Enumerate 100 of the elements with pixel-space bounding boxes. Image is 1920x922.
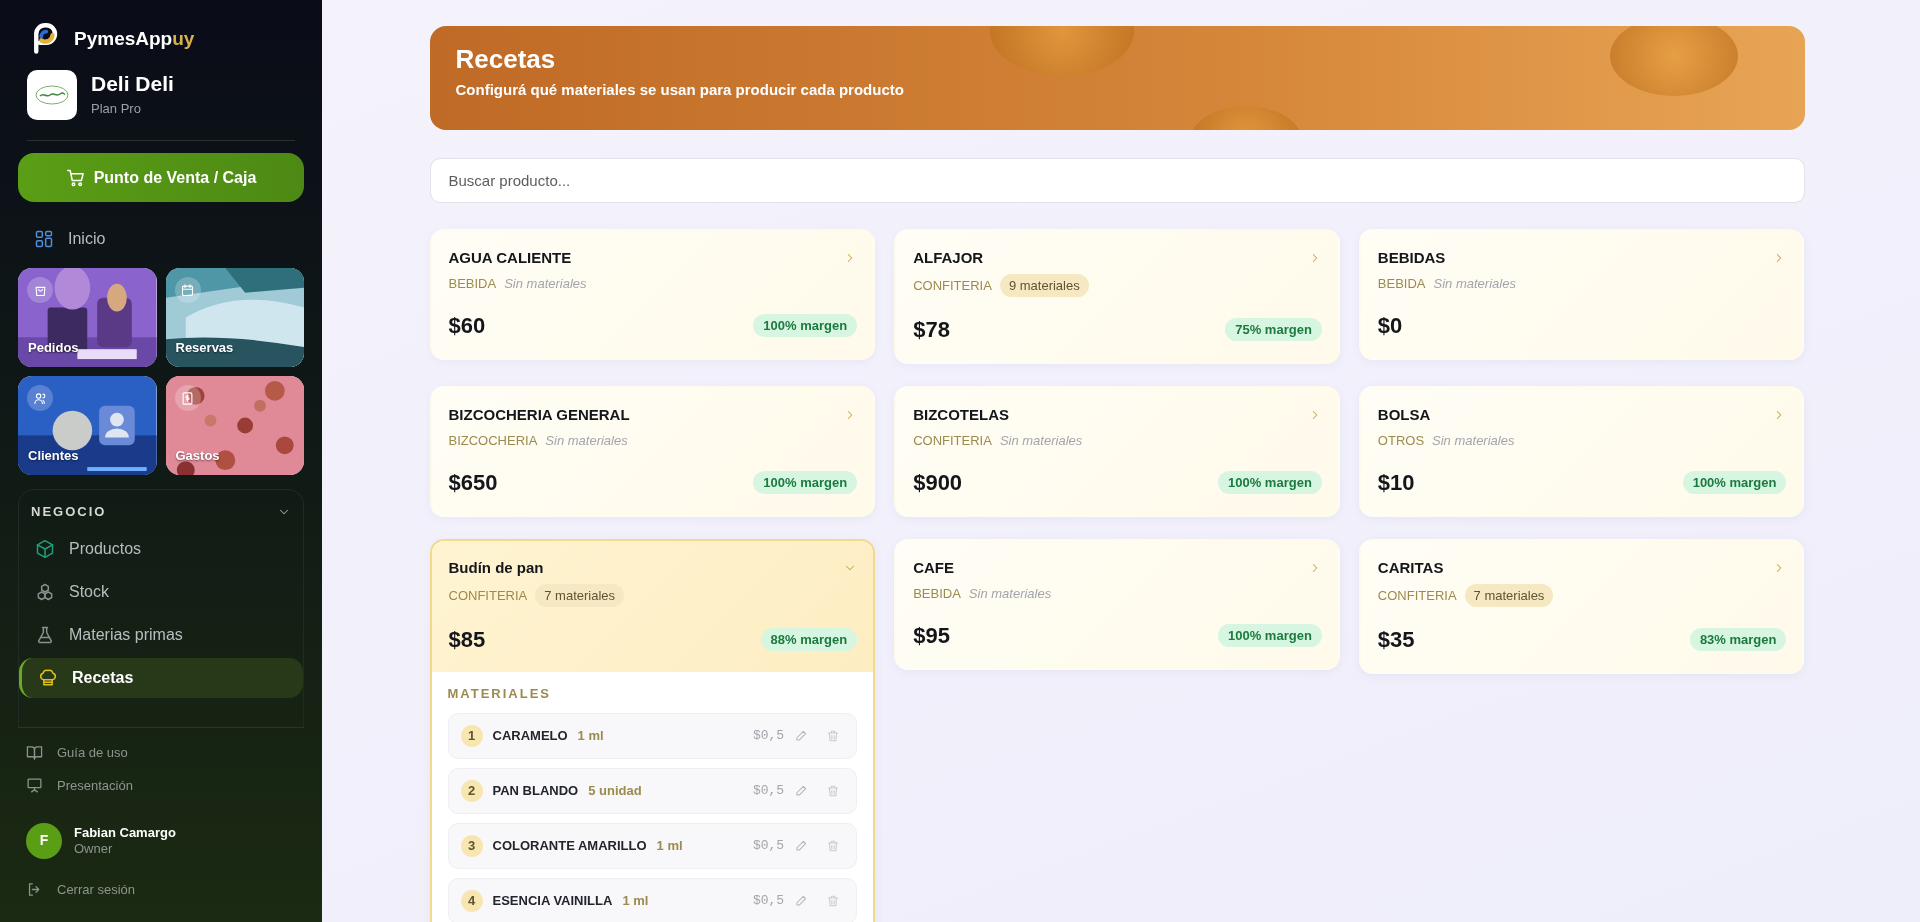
- section-title: MATERIALES: [447, 685, 553, 703]
- nav-link[interactable]: Inicio: [18, 218, 304, 260]
- trash-icon: [826, 783, 841, 798]
- category-label: BEBIDA: [913, 584, 961, 603]
- users-icon: [32, 390, 48, 406]
- materials-note: Sin materiales: [968, 584, 1052, 603]
- price-text: $95: [913, 622, 950, 650]
- delete-button[interactable]: [826, 893, 841, 908]
- pencil-icon: [794, 728, 809, 743]
- footer-link[interactable]: Guía de uso: [18, 735, 304, 769]
- receipt-icon: [180, 390, 195, 406]
- materials-count: 9 materiales: [999, 273, 1089, 297]
- shortcut-tile[interactable]: Pedidos: [18, 268, 157, 367]
- nav-link[interactable]: Materias primas: [19, 614, 303, 655]
- flask-icon: [35, 624, 55, 645]
- category-label: BIZCOCHERIA: [448, 431, 538, 450]
- edit-button[interactable]: [794, 783, 809, 798]
- price-text: $60: [448, 312, 486, 340]
- shortcut-tile[interactable]: Clientes: [18, 376, 157, 475]
- delete-button[interactable]: [826, 783, 841, 798]
- cart-icon: [65, 167, 86, 188]
- materials-note: Sin materiales: [504, 274, 587, 293]
- product-card[interactable]: BOLSA OTROS Sin materiales $10 100% margen: [1358, 386, 1805, 517]
- material-name: COLORANTE AMARILLO: [492, 836, 647, 855]
- edit-button[interactable]: [794, 893, 809, 908]
- price-text: $78: [913, 316, 950, 344]
- materials-note: Sin materiales: [1432, 431, 1515, 450]
- materials-note: Sin materiales: [1433, 274, 1516, 293]
- product-card[interactable]: Budín de pan CONFITERIA 7 materiales $85 88% margen MATERIALES 1 CARAMELO 1 ml $0,5 2 PAN BLANDO 5 unidad $0,5 3 COLORANTE AMARILLO 1 ml $0,5 4 ESENCIA VAINILLA 1 ml $0,5: [429, 539, 876, 922]
- product-card[interactable]: BEBIDAS BEBIDA Sin materiales $0: [1358, 229, 1805, 360]
- product-card[interactable]: CAFE BEBIDA Sin materiales $95 100% margen: [894, 539, 1340, 670]
- quantity-text: 5 unidad: [588, 781, 642, 800]
- pos-button[interactable]: Punto de Venta / Caja: [18, 153, 304, 202]
- number-text: 4: [460, 889, 483, 912]
- grid-icon: [34, 229, 54, 249]
- book-icon: [26, 743, 43, 761]
- cost-text: $0,5: [752, 781, 785, 800]
- number-text: 2: [460, 779, 483, 802]
- number-text: 3: [460, 834, 483, 857]
- price-text: $900: [913, 469, 963, 497]
- brand-name: PymesAppuy: [74, 26, 195, 51]
- materials-note: Sin materiales: [999, 431, 1083, 450]
- quantity-text: 1 ml: [577, 726, 604, 745]
- margin-text: 100% margen: [753, 313, 858, 338]
- category-label: CONFITERIA: [1377, 586, 1457, 605]
- section-toggle[interactable]: NEGOCIO: [19, 498, 303, 526]
- materials-count: 7 materiales: [535, 583, 625, 607]
- blocks-icon: [35, 581, 55, 602]
- edit-button[interactable]: [794, 838, 809, 853]
- price-text: $10: [1377, 469, 1415, 497]
- cost-text: $0,5: [752, 726, 785, 745]
- edit-button[interactable]: [794, 728, 809, 743]
- presentation-icon: [26, 777, 43, 795]
- category-label: CONFITERIA: [448, 586, 528, 605]
- category-label: CONFITERIA: [913, 431, 992, 450]
- category-label: BEBIDA: [1377, 274, 1426, 293]
- cube-icon: [35, 538, 55, 559]
- nav-link[interactable]: Stock: [19, 571, 303, 612]
- business-name: Deli Deli: [91, 71, 174, 95]
- page-title: Recetas: [455, 44, 556, 76]
- delete-button[interactable]: [826, 728, 841, 743]
- user-role: Owner: [74, 840, 114, 857]
- product-card[interactable]: CARITAS CONFITERIA 7 materiales $35 83% margen: [1358, 539, 1805, 674]
- footer-link[interactable]: Presentación: [18, 769, 304, 803]
- search-field[interactable]: Buscar producto...: [429, 158, 1805, 203]
- category-label: CONFITERIA: [913, 276, 992, 295]
- number-text: 1: [460, 724, 483, 747]
- pencil-icon: [794, 893, 809, 908]
- calendar-icon: [180, 282, 195, 298]
- margin-text: 75% margen: [1225, 317, 1322, 342]
- trash-icon: [826, 838, 841, 853]
- page-subtitle: Configurá qué materiales se usan para producir cada producto: [455, 80, 904, 101]
- price-text: $35: [1377, 626, 1415, 654]
- cost-text: $0,5: [752, 891, 785, 910]
- product-card[interactable]: ALFAJOR CONFITERIA 9 materiales $78 75% margen: [894, 229, 1340, 364]
- shortcut-tile[interactable]: Reservas: [165, 268, 304, 367]
- category-label: BEBIDA: [448, 274, 497, 293]
- product-card[interactable]: BIZCOCHERIA GENERAL BIZCOCHERIA Sin materiales $650 100% margen: [429, 386, 876, 517]
- margin-text: 100% margen: [753, 470, 858, 495]
- user-avatar: F: [26, 822, 62, 859]
- trash-icon: [826, 893, 841, 908]
- category-label: OTROS: [1377, 431, 1425, 450]
- product-card[interactable]: AGUA CALIENTE BEBIDA Sin materiales $60 100% margen: [429, 229, 876, 360]
- plan-label: Plan Pro: [91, 99, 142, 118]
- business-logo: [27, 70, 77, 120]
- margin-text: 100% margen: [1218, 623, 1322, 648]
- logout-link[interactable]: Cerrar sesión: [18, 872, 304, 906]
- material-name: CARAMELO: [492, 726, 568, 745]
- delete-button[interactable]: [826, 838, 841, 853]
- product-card[interactable]: BIZCOTELAS CONFITERIA Sin materiales $900 100% margen: [894, 386, 1340, 517]
- quantity-text: 1 ml: [622, 891, 649, 910]
- nav-link[interactable]: Recetas: [19, 657, 303, 698]
- nav-link[interactable]: Productos: [19, 528, 303, 569]
- materials-note: Sin materiales: [545, 431, 628, 450]
- margin-text: 83% margen: [1689, 627, 1787, 652]
- chef-hat-icon: [38, 667, 58, 688]
- trash-icon: [826, 728, 841, 743]
- pencil-icon: [794, 838, 809, 853]
- margin-text: 88% margen: [760, 627, 858, 652]
- materials-count: 7 materiales: [1464, 583, 1554, 607]
